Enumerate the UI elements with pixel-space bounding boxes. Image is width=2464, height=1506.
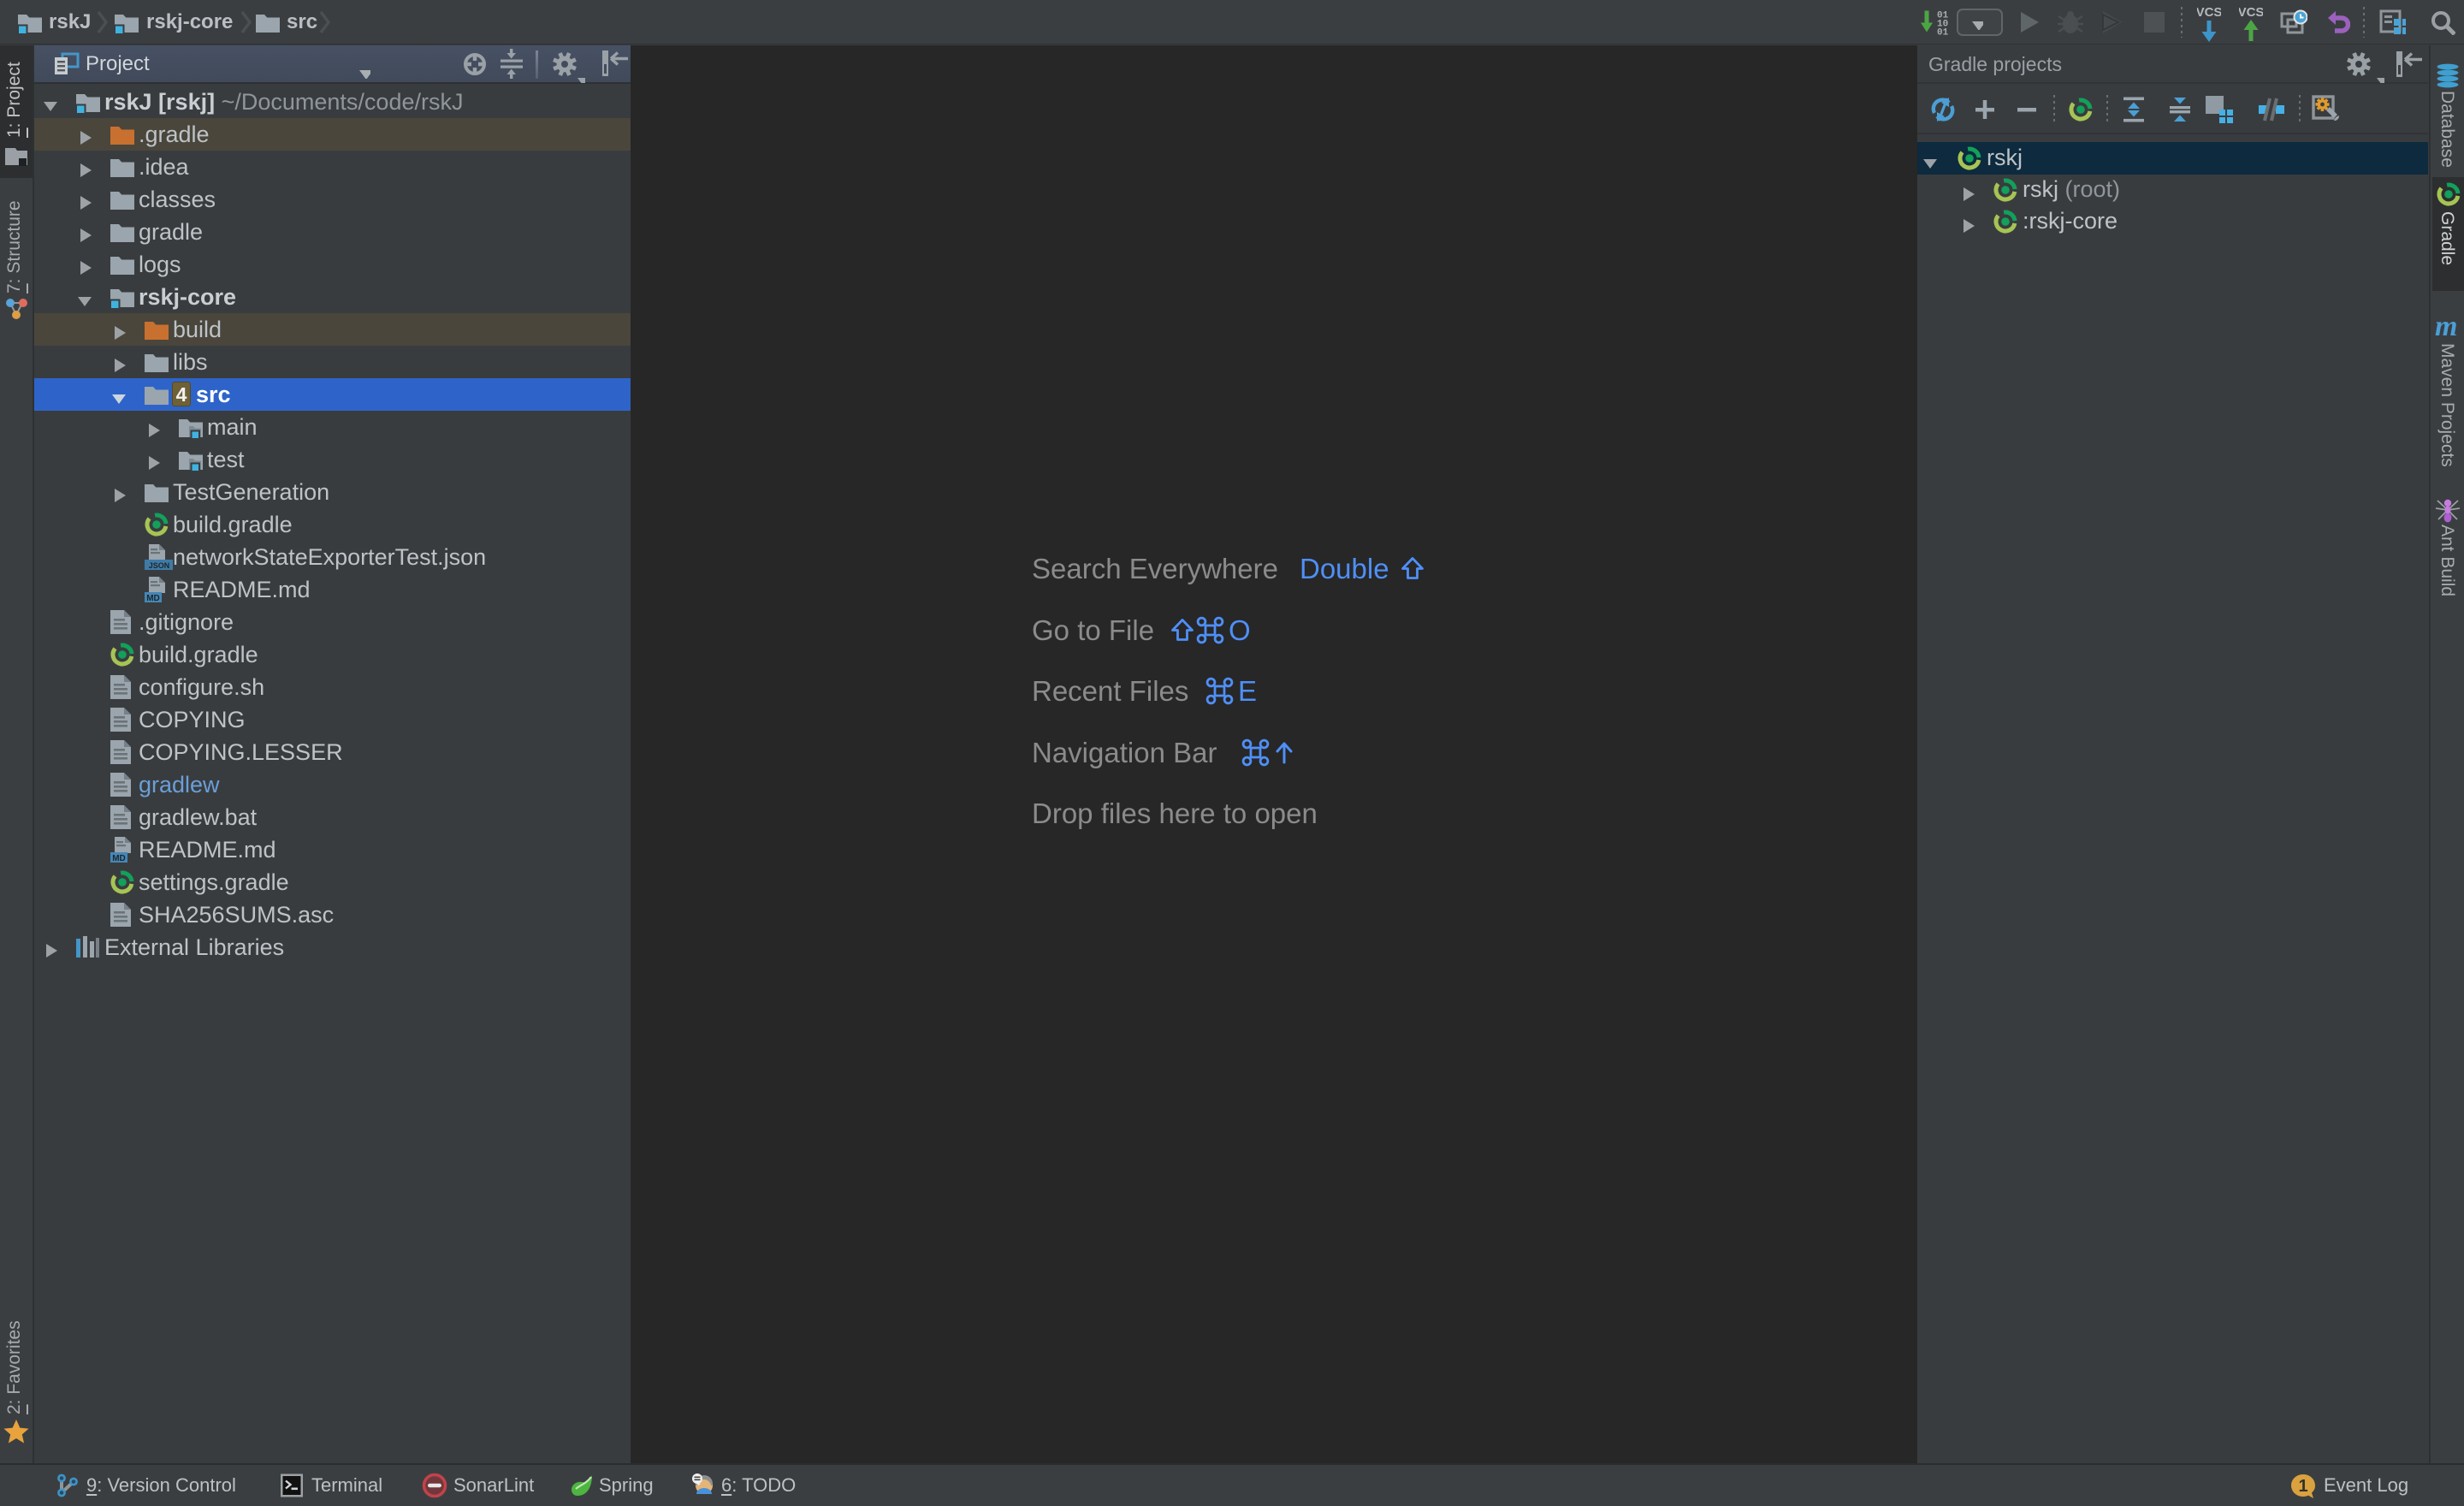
svg-text:VCS: VCS bbox=[2197, 5, 2221, 20]
svg-text:01: 01 bbox=[1937, 28, 1949, 36]
svg-text:MD: MD bbox=[146, 594, 160, 603]
svg-text:MD: MD bbox=[112, 854, 126, 863]
svg-text:1: 1 bbox=[2298, 1477, 2307, 1496]
svg-text:JSON: JSON bbox=[149, 561, 170, 570]
svg-text:VCS: VCS bbox=[2239, 5, 2263, 20]
